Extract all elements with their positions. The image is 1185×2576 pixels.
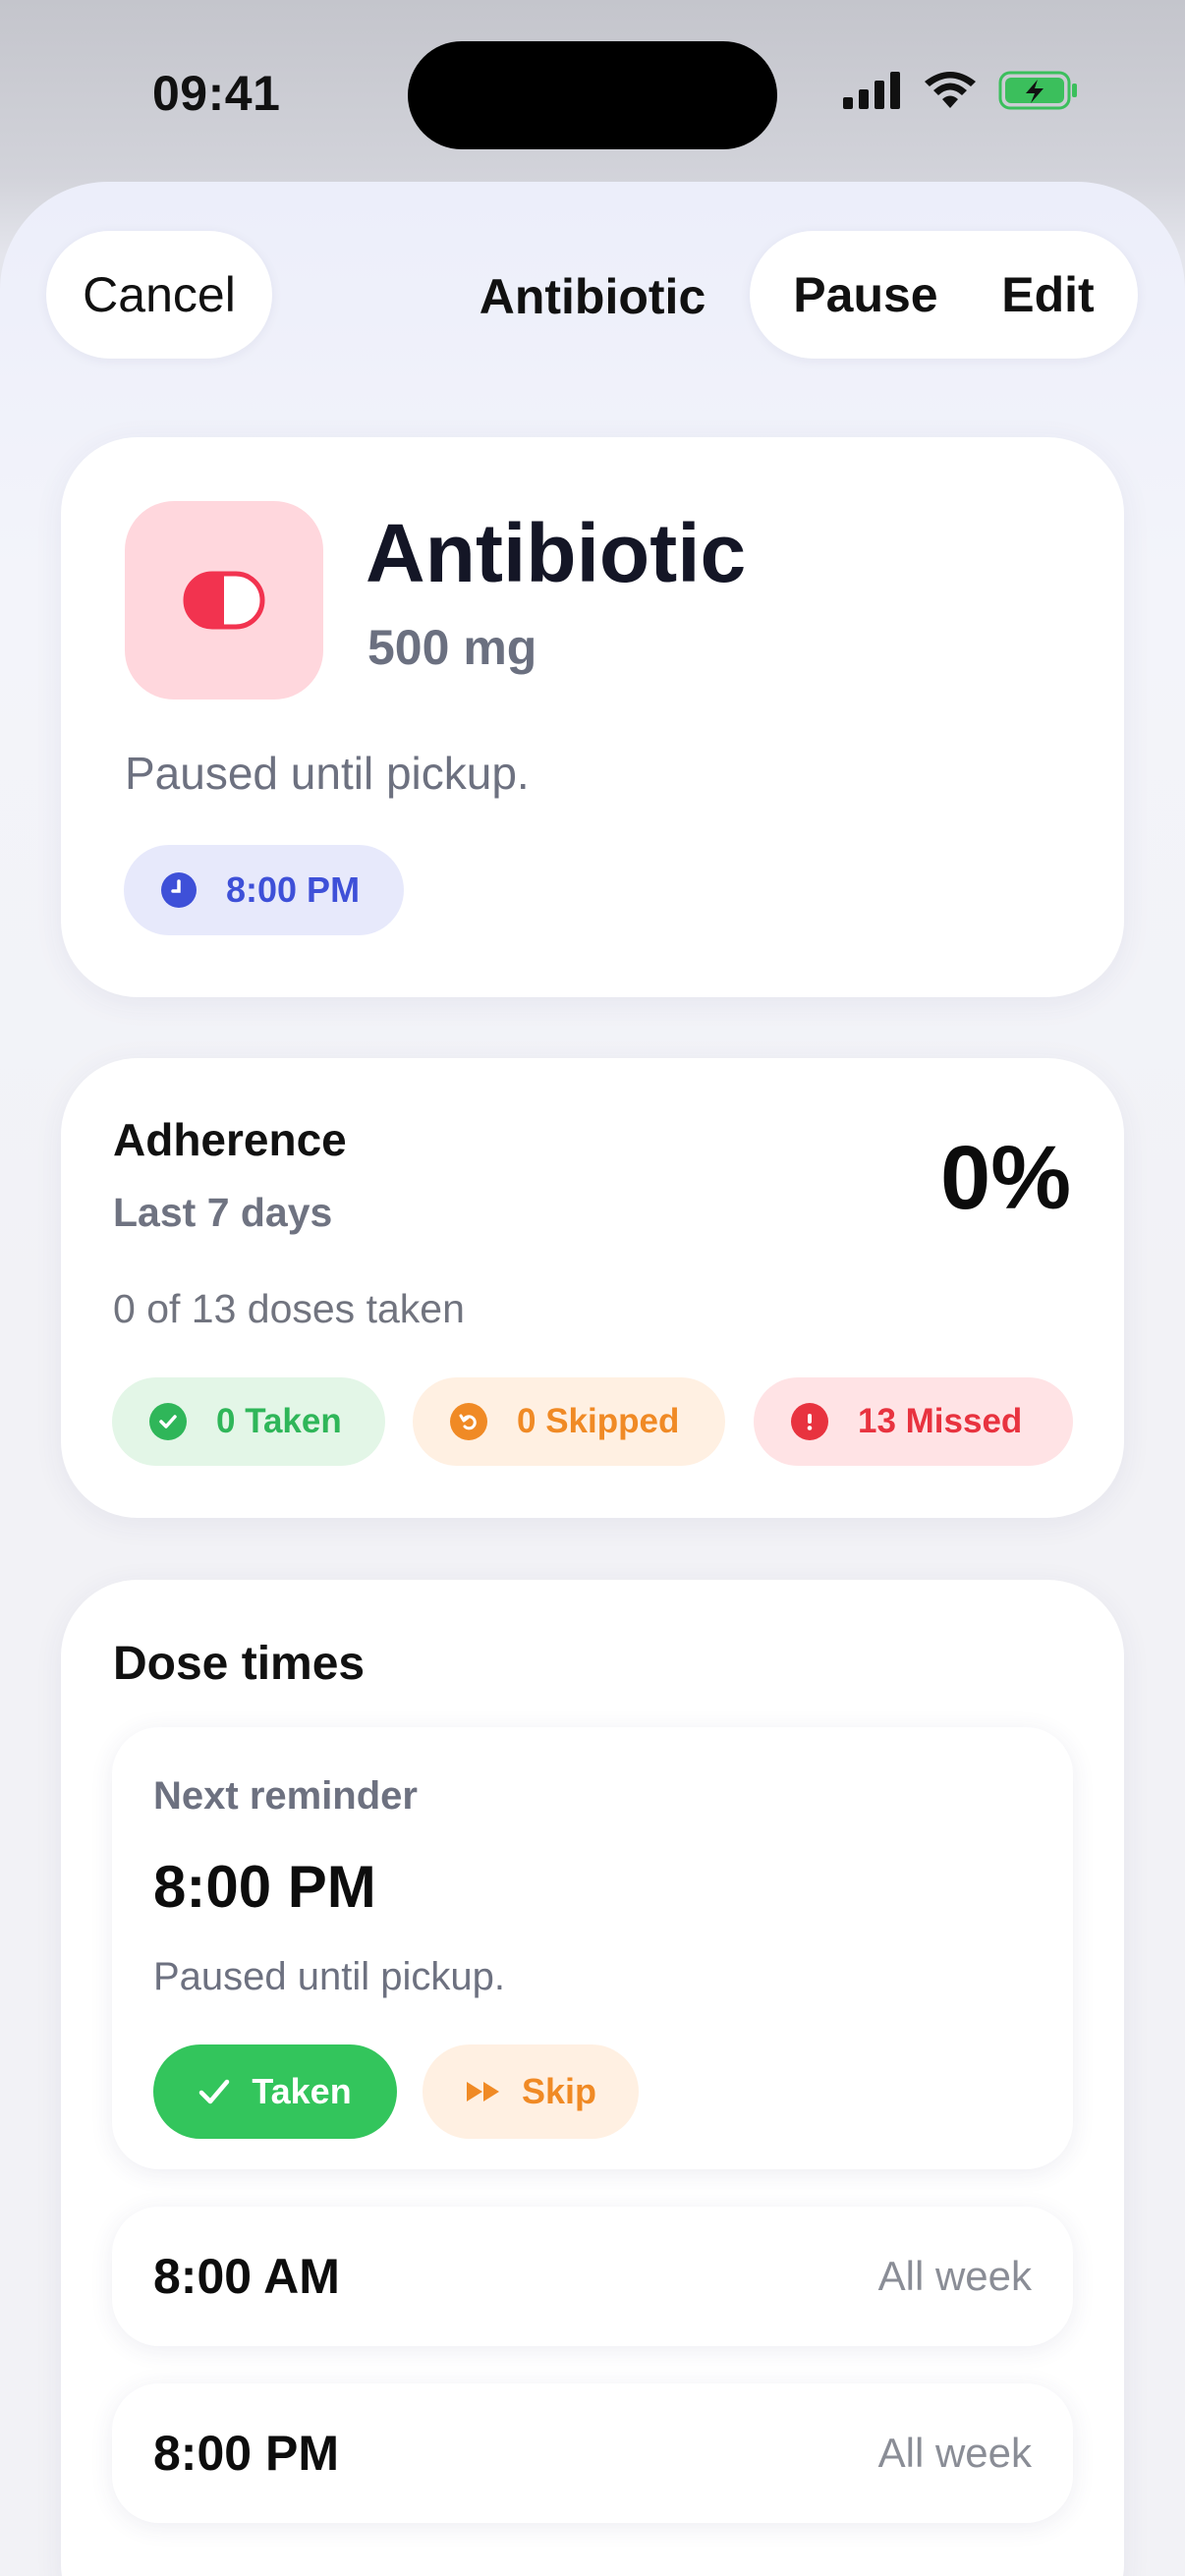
medication-card: Antibiotic 500 mg Paused until pickup. 8…	[61, 437, 1124, 997]
dose-time-row[interactable]: 8:00 AM All week	[112, 2207, 1073, 2346]
undo-circle-icon	[450, 1403, 487, 1440]
checkmark-icon	[199, 2079, 230, 2104]
dose-time-row[interactable]: 8:00 PM All week	[112, 2383, 1073, 2523]
taken-badge-label: 0 Taken	[216, 1402, 342, 1440]
check-circle-icon	[149, 1403, 187, 1440]
dose-times-card: Dose times Next reminder 8:00 PM Paused …	[61, 1580, 1124, 2576]
exclamation-circle-icon	[791, 1403, 828, 1440]
next-reminder-note: Paused until pickup.	[153, 1955, 506, 1998]
battery-icon	[998, 71, 1077, 110]
taken-badge: 0 Taken	[112, 1377, 385, 1466]
status-time: 09:41	[152, 66, 281, 121]
skipped-badge-label: 0 Skipped	[517, 1402, 680, 1440]
mark-taken-label: Taken	[252, 2071, 352, 2111]
dose-time-row-time: 8:00 PM	[153, 2426, 339, 2481]
medication-icon-tile	[125, 501, 323, 700]
signal-icon	[843, 72, 900, 109]
adherence-title: Adherence	[113, 1114, 347, 1165]
skip-label: Skip	[521, 2071, 597, 2111]
time-chip: 8:00 PM	[124, 845, 404, 935]
adherence-period: Last 7 days	[113, 1190, 333, 1235]
dose-time-row-time: 8:00 AM	[153, 2249, 340, 2304]
fast-forward-icon	[466, 2082, 499, 2101]
medication-dose: 500 mg	[367, 620, 537, 675]
dose-time-row-days: All week	[877, 2253, 1032, 2299]
skipped-badge: 0 Skipped	[413, 1377, 725, 1466]
app-screen: 09:41 Cancel Antibiotic Pause Edit Antib…	[0, 0, 1185, 2576]
pause-button[interactable]: Pause	[793, 266, 937, 323]
next-reminder-card: Next reminder 8:00 PM Paused until picku…	[112, 1727, 1073, 2169]
dose-times-title: Dose times	[113, 1638, 366, 1690]
dose-time-row-days: All week	[877, 2430, 1032, 2476]
status-icons	[841, 71, 1079, 110]
mark-taken-button[interactable]: Taken	[153, 2044, 397, 2139]
wifi-icon	[925, 72, 976, 108]
clock-icon	[161, 872, 197, 908]
missed-badge: 13 Missed	[754, 1377, 1073, 1466]
pill-icon	[183, 571, 265, 630]
next-reminder-label: Next reminder	[153, 1774, 418, 1818]
dynamic-island	[408, 41, 777, 149]
adherence-summary: 0 of 13 doses taken	[113, 1286, 465, 1331]
edit-button[interactable]: Edit	[1001, 266, 1094, 323]
missed-badge-label: 13 Missed	[858, 1402, 1023, 1440]
skip-button[interactable]: Skip	[423, 2044, 639, 2139]
nav-actions: Pause Edit	[750, 231, 1138, 359]
next-reminder-time: 8:00 PM	[153, 1854, 376, 1920]
adherence-card: Adherence Last 7 days 0% 0 of 13 doses t…	[61, 1058, 1124, 1518]
medication-name: Antibiotic	[366, 507, 747, 599]
adherence-percent: 0%	[940, 1128, 1071, 1228]
medication-note: Paused until pickup.	[125, 748, 530, 799]
time-chip-label: 8:00 PM	[226, 869, 361, 910]
